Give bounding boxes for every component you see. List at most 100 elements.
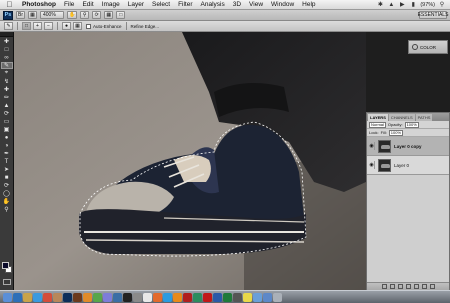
- bluetooth-icon[interactable]: ✱: [376, 1, 384, 8]
- workspace-switcher[interactable]: ESSENTIALS: [418, 11, 448, 19]
- brush-picker[interactable]: ●: [62, 22, 71, 30]
- view-extras-button[interactable]: ▦: [28, 11, 37, 19]
- path-selection-tool-icon[interactable]: ➤: [1, 166, 13, 173]
- dock-illustrator-icon[interactable]: [83, 292, 92, 302]
- menu-edit[interactable]: Edit: [78, 0, 97, 10]
- dock-flash-icon[interactable]: [183, 292, 192, 302]
- add-to-selection-button[interactable]: +: [33, 22, 42, 30]
- menu-help[interactable]: Help: [298, 0, 319, 10]
- bridge-button[interactable]: Br: [16, 11, 25, 19]
- apple-icon[interactable]: : [5, 0, 14, 9]
- quick-mask-icon[interactable]: [3, 279, 11, 285]
- subtract-from-selection-button[interactable]: −: [44, 22, 53, 30]
- rotate-view-button[interactable]: ⟳: [92, 11, 102, 19]
- color-swatches[interactable]: [2, 262, 12, 274]
- tool-preset-picker[interactable]: ✎: [4, 22, 13, 30]
- volume-icon[interactable]: ▶: [398, 1, 406, 8]
- new-layer-icon[interactable]: [421, 284, 427, 289]
- tab-paths[interactable]: PATHS: [415, 114, 433, 121]
- crop-tool-icon[interactable]: ⌖: [1, 70, 13, 77]
- shape-tool-icon[interactable]: ■: [1, 174, 13, 181]
- tab-channels[interactable]: CHANNELS: [388, 114, 415, 121]
- dock-trash-icon[interactable]: [273, 292, 282, 302]
- layer-row-layer-0[interactable]: ◉ Layer 0: [367, 156, 449, 175]
- eyedropper-tool-icon[interactable]: ↯: [1, 78, 13, 85]
- dock-excel-icon[interactable]: [223, 292, 232, 302]
- pen-tool-icon[interactable]: ✒: [1, 150, 13, 157]
- dock-mail-icon[interactable]: [23, 292, 32, 302]
- lasso-tool-icon[interactable]: ∞: [1, 54, 13, 61]
- dock-photoshop-icon[interactable]: [63, 292, 72, 302]
- dock-skype-icon[interactable]: [163, 292, 172, 302]
- menu-analysis[interactable]: Analysis: [197, 0, 229, 10]
- sample-all-layers-button[interactable]: ▦: [73, 22, 82, 30]
- dock-ical-icon[interactable]: [43, 292, 52, 302]
- menu-window[interactable]: Window: [267, 0, 298, 10]
- move-tool-icon[interactable]: ✚: [1, 38, 13, 45]
- dock-dreamweaver-icon[interactable]: [193, 292, 202, 302]
- eraser-tool-icon[interactable]: ▭: [1, 118, 13, 125]
- new-group-icon[interactable]: [413, 284, 419, 289]
- blur-tool-icon[interactable]: ●: [1, 134, 13, 141]
- dock-acrobat-icon[interactable]: [203, 292, 212, 302]
- new-selection-button[interactable]: □: [22, 22, 31, 30]
- type-tool-icon[interactable]: T: [1, 158, 13, 165]
- search-icon[interactable]: ⚲: [438, 1, 446, 8]
- clone-stamp-tool-icon[interactable]: ▲: [1, 102, 13, 109]
- dock-finder-icon[interactable]: [3, 292, 12, 302]
- quick-selection-tool-icon[interactable]: ✎: [0, 62, 13, 69]
- dock-systemprefs-icon[interactable]: [133, 292, 142, 302]
- menu-select[interactable]: Select: [148, 0, 174, 10]
- trash-icon[interactable]: [429, 284, 435, 289]
- refine-edge-button[interactable]: Refine Edge...: [131, 24, 160, 29]
- menu-view[interactable]: View: [245, 0, 267, 10]
- dock-downloads-icon[interactable]: [263, 292, 272, 302]
- menu-app-name[interactable]: Photoshop: [18, 0, 60, 10]
- adjustment-layer-icon[interactable]: [405, 284, 411, 289]
- healing-brush-tool-icon[interactable]: ✚: [1, 86, 13, 93]
- screen-mode-button[interactable]: □: [116, 11, 126, 19]
- eye-icon[interactable]: ◉: [369, 161, 375, 169]
- fill-field[interactable]: 100%: [388, 129, 404, 136]
- dock-calculator-icon[interactable]: [233, 292, 242, 302]
- dock-folder-icon[interactable]: [253, 292, 262, 302]
- menu-file[interactable]: File: [60, 0, 78, 10]
- link-layers-icon[interactable]: [381, 284, 387, 289]
- dock-safari-icon[interactable]: [33, 292, 42, 302]
- dock-addressbook-icon[interactable]: [53, 292, 62, 302]
- document-canvas[interactable]: [14, 32, 366, 290]
- layer-row-layer-0-copy[interactable]: ◉ Layer 0 copy: [367, 137, 449, 156]
- zoom-tool-icon[interactable]: ⚲: [1, 206, 13, 213]
- zoom-level-select[interactable]: 400%: [40, 11, 64, 19]
- menu-filter[interactable]: Filter: [174, 0, 196, 10]
- battery-icon[interactable]: ▮: [409, 1, 417, 8]
- gradient-tool-icon[interactable]: ▣: [1, 126, 13, 133]
- dock-dashboard-icon[interactable]: [13, 292, 22, 302]
- menu-image[interactable]: Image: [98, 0, 124, 10]
- history-brush-tool-icon[interactable]: ⟳: [1, 110, 13, 117]
- opacity-field[interactable]: 100%: [404, 121, 419, 128]
- arrange-documents-button[interactable]: ▦: [104, 11, 114, 19]
- dock-preview-icon[interactable]: [113, 292, 122, 302]
- dock-vlc-icon[interactable]: [173, 292, 182, 302]
- marquee-tool-icon[interactable]: □: [1, 46, 13, 53]
- dock-bridge-icon[interactable]: [73, 292, 82, 302]
- dodge-tool-icon[interactable]: ◑: [1, 142, 13, 149]
- menu-3d[interactable]: 3D: [229, 0, 245, 10]
- auto-enhance-checkbox[interactable]: [86, 23, 91, 29]
- foreground-color-swatch[interactable]: [2, 262, 9, 269]
- blend-mode-select[interactable]: Normal: [369, 121, 386, 128]
- dock-itunes-icon[interactable]: [93, 292, 102, 302]
- collapsed-color-panel[interactable]: COLOR: [408, 40, 448, 54]
- hand-tool-button[interactable]: ✋: [67, 11, 78, 19]
- dock-textedit-icon[interactable]: [143, 292, 152, 302]
- layer-style-icon[interactable]: [389, 284, 395, 289]
- dock-iphoto-icon[interactable]: [103, 292, 112, 302]
- dock-terminal-icon[interactable]: [123, 292, 132, 302]
- brush-tool-icon[interactable]: ✏: [1, 94, 13, 101]
- dock-stickies-icon[interactable]: [243, 292, 252, 302]
- 3d-rotate-tool-icon[interactable]: ⟳: [1, 182, 13, 189]
- add-mask-icon[interactable]: [397, 284, 403, 289]
- zoom-tool-button[interactable]: ⚲: [80, 11, 90, 19]
- dock-firefox-icon[interactable]: [153, 292, 162, 302]
